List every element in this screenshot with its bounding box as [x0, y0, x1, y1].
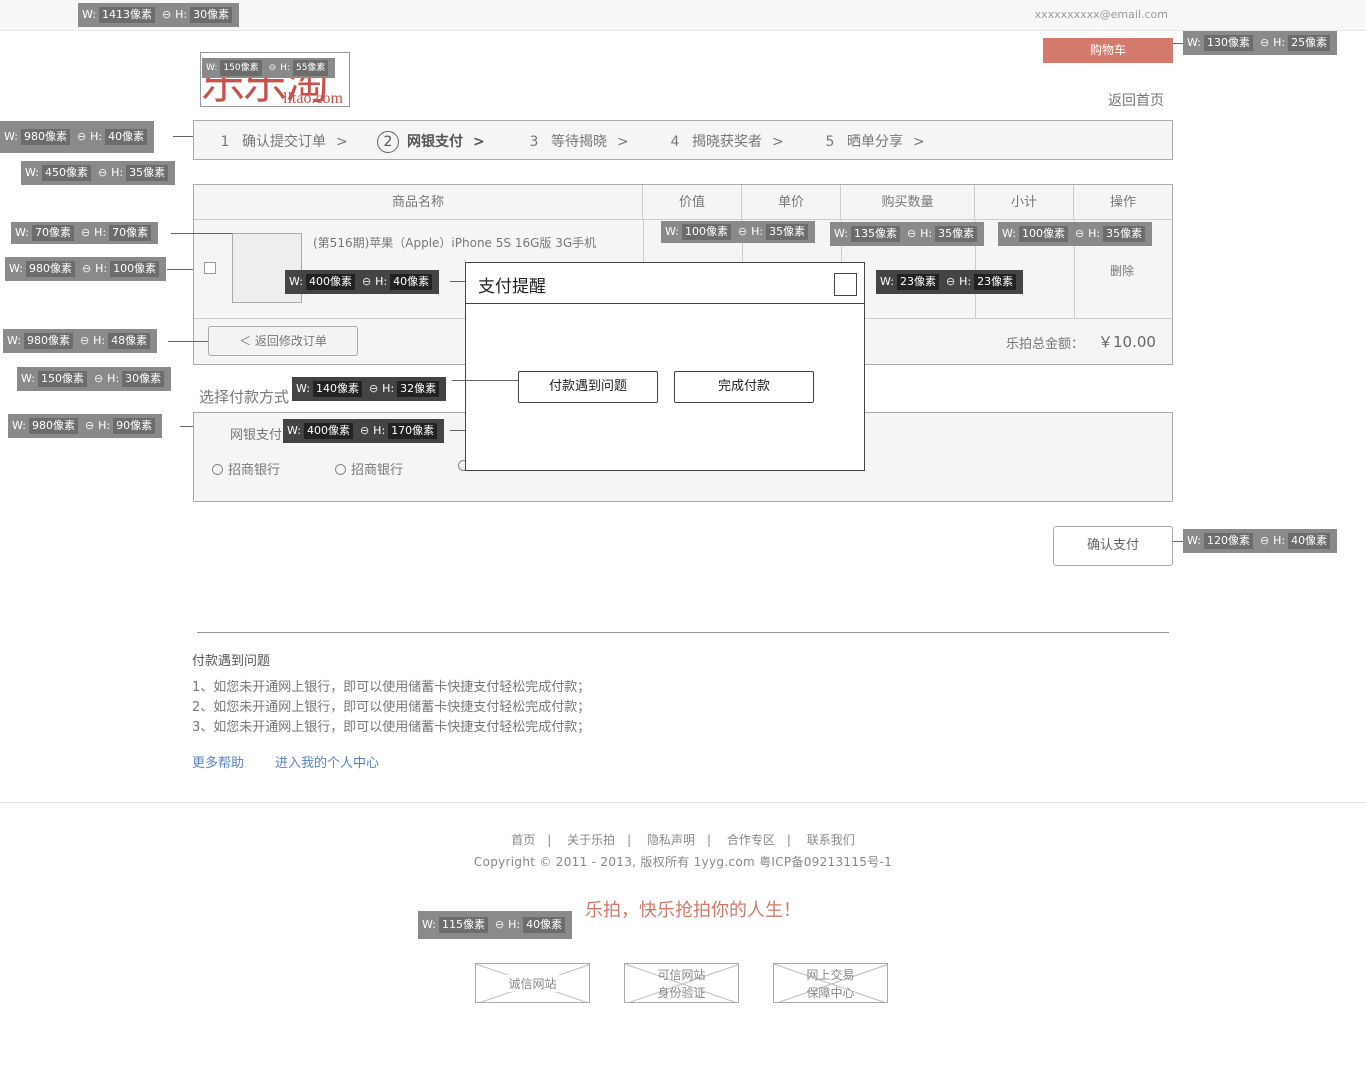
delete-link[interactable]: 删除 — [1110, 262, 1134, 279]
leader-line — [171, 233, 232, 234]
confirm-payment-button[interactable]: 确认支付 — [1053, 526, 1173, 566]
modal-title: 支付提醒 — [478, 277, 546, 297]
slogan: 乐拍，快乐抢拍你的人生！ — [585, 900, 801, 921]
bank-option[interactable]: 招商银行 — [335, 459, 403, 478]
dimension-tag: W: 135像素 ⊖ H: 35像素 — [830, 222, 985, 246]
total-value: ￥10.00 — [1098, 333, 1156, 351]
footer-link-home[interactable]: 首页 — [511, 833, 535, 847]
leader-line — [180, 426, 193, 427]
personal-center-link[interactable]: 进入我的个人中心 — [275, 752, 379, 771]
cart-button[interactable]: 购物车 — [1043, 38, 1173, 63]
radio-icon — [212, 464, 223, 475]
help-line: 1、如您未开通网上银行，即可以使用储蓄卡快捷支付轻松完成付款； — [192, 680, 591, 695]
step-2-active: 2 网银支付 > — [377, 131, 485, 153]
leader-line — [168, 341, 208, 342]
trust-badge-identity[interactable]: 可信网站 身份验证 — [624, 963, 739, 1003]
radio-icon — [335, 464, 346, 475]
header-value: 价值 — [643, 185, 742, 220]
payment-problem-button[interactable]: 付款遇到问题 — [518, 371, 658, 403]
payment-section-title: 选择付款方式 — [199, 388, 290, 406]
step-1: 1 确认提交订单 > — [220, 134, 348, 150]
header-action: 操作 — [1109, 195, 1136, 210]
header-unit-price: 单价 — [742, 185, 841, 220]
dimension-tag: W: 140像素 ⊖ H: 32像素 — [292, 377, 447, 401]
leader-line — [452, 380, 518, 381]
step-5: 5 晒单分享 > — [825, 134, 925, 150]
leader-line — [1173, 541, 1183, 542]
header-quantity: 购买数量 — [841, 185, 975, 220]
dimension-tag: W: 980像素 ⊖ H: 48像素 — [3, 329, 158, 353]
help-line: 2、如您未开通网上银行，即可以使用储蓄卡快捷支付轻松完成付款； — [192, 700, 591, 715]
divider — [197, 632, 1169, 633]
header-subtotal: 小计 — [975, 185, 1074, 220]
item-checkbox[interactable] — [204, 262, 216, 274]
close-icon[interactable] — [834, 273, 857, 296]
payment-reminder-modal: 支付提醒 付款遇到问题 完成付款 — [465, 262, 865, 471]
dimension-tag: W: 70像素 ⊖ H: 70像素 — [11, 222, 159, 244]
footer-link-partner[interactable]: 合作专区 — [727, 833, 775, 847]
logo-sub-text: lltao.com — [283, 90, 343, 107]
back-home-link[interactable]: 返回首页 — [1108, 90, 1164, 110]
help-line: 3、如您未开通网上银行，即可以使用储蓄卡快捷支付轻松完成付款； — [192, 720, 591, 735]
footer-divider — [0, 802, 1366, 803]
dimension-tag: W: 23像素 ⊖ H: 23像素 — [876, 270, 1024, 294]
header-product-name: 商品名称 — [194, 185, 643, 220]
modal-header: 支付提醒 — [466, 263, 864, 304]
copyright: Copyright © 2011 - 2013, 版权所有 1yyg.com 粤… — [473, 855, 893, 869]
footer-link-contact[interactable]: 联系我们 — [807, 833, 855, 847]
step-3: 3 等待揭晓 > — [529, 134, 629, 150]
dimension-tag: W: 100像素 ⊖ H: 35像素 — [661, 221, 816, 243]
user-email[interactable]: xxxxxxxxxx@email.com — [1035, 8, 1168, 21]
footer-nav: 首页 | 关于乐拍 | 隐私声明 | 合作专区 | 联系我们 — [511, 833, 855, 847]
more-help-link[interactable]: 更多帮助 — [192, 752, 244, 771]
product-name[interactable]: (第516期)苹果（Apple）iPhone 5S 16G版 3G手机 — [313, 234, 596, 251]
netbank-label: 网银支付 — [230, 428, 283, 443]
dimension-tag: W: 150像素 ⊖ H: 30像素 — [17, 367, 172, 391]
leader-line — [450, 281, 465, 282]
step-4: 4 揭晓获奖者 > — [670, 134, 784, 150]
footer-link-privacy[interactable]: 隐私声明 — [647, 833, 695, 847]
header-divider — [194, 219, 1172, 220]
dimension-tag: W: 130像素 ⊖ H: 25像素 — [1183, 31, 1338, 55]
dimension-tag: W: 980像素 ⊖ H: 90像素 — [8, 414, 163, 438]
footer-link-about[interactable]: 关于乐拍 — [567, 833, 615, 847]
back-edit-order-button[interactable]: ＜ 返回修改订单 — [208, 326, 358, 356]
order-steps: 1 确认提交订单 > 2 网银支付 > 3 等待揭晓 > 4 揭晓获奖者 > 5 晒单分享 > — [193, 120, 1173, 160]
leader-line — [173, 136, 193, 137]
bank-option[interactable]: 招商银行 — [212, 459, 280, 478]
dimension-tag: W: 400像素 ⊖ H: 40像素 — [285, 270, 440, 294]
trust-badge-credit[interactable]: 诚信网站 — [475, 963, 590, 1003]
dimension-tag: W: 980像素 ⊖ H: 40像素 — [0, 121, 155, 153]
dimension-tag: W: 1413像素 ⊖ H: 30像素 — [78, 3, 240, 27]
leader-line — [167, 269, 193, 270]
help-title: 付款遇到问题 — [192, 654, 271, 669]
dimension-tag: W: 450像素 ⊖ H: 35像素 — [21, 161, 176, 185]
dimension-tag: W: 120像素 ⊖ H: 40像素 — [1183, 529, 1338, 553]
dimension-tag: W: 115像素 ⊖ H: 40像素 — [418, 911, 573, 939]
dimension-tag: W: 150像素 ⊖ H: 55像素 — [202, 58, 336, 78]
leader-line — [1173, 43, 1183, 44]
dimension-tag: W: 100像素 ⊖ H: 35像素 — [998, 222, 1153, 246]
payment-done-button[interactable]: 完成付款 — [674, 371, 814, 403]
dimension-tag: W: 400像素 ⊖ H: 170像素 — [283, 419, 445, 443]
trust-badge-trade[interactable]: 网上交易 保障中心 — [773, 963, 888, 1003]
dimension-tag: W: 980像素 ⊖ H: 100像素 — [5, 257, 167, 281]
leader-line — [450, 430, 465, 431]
total-label: 乐拍总金额： — [1006, 337, 1085, 352]
